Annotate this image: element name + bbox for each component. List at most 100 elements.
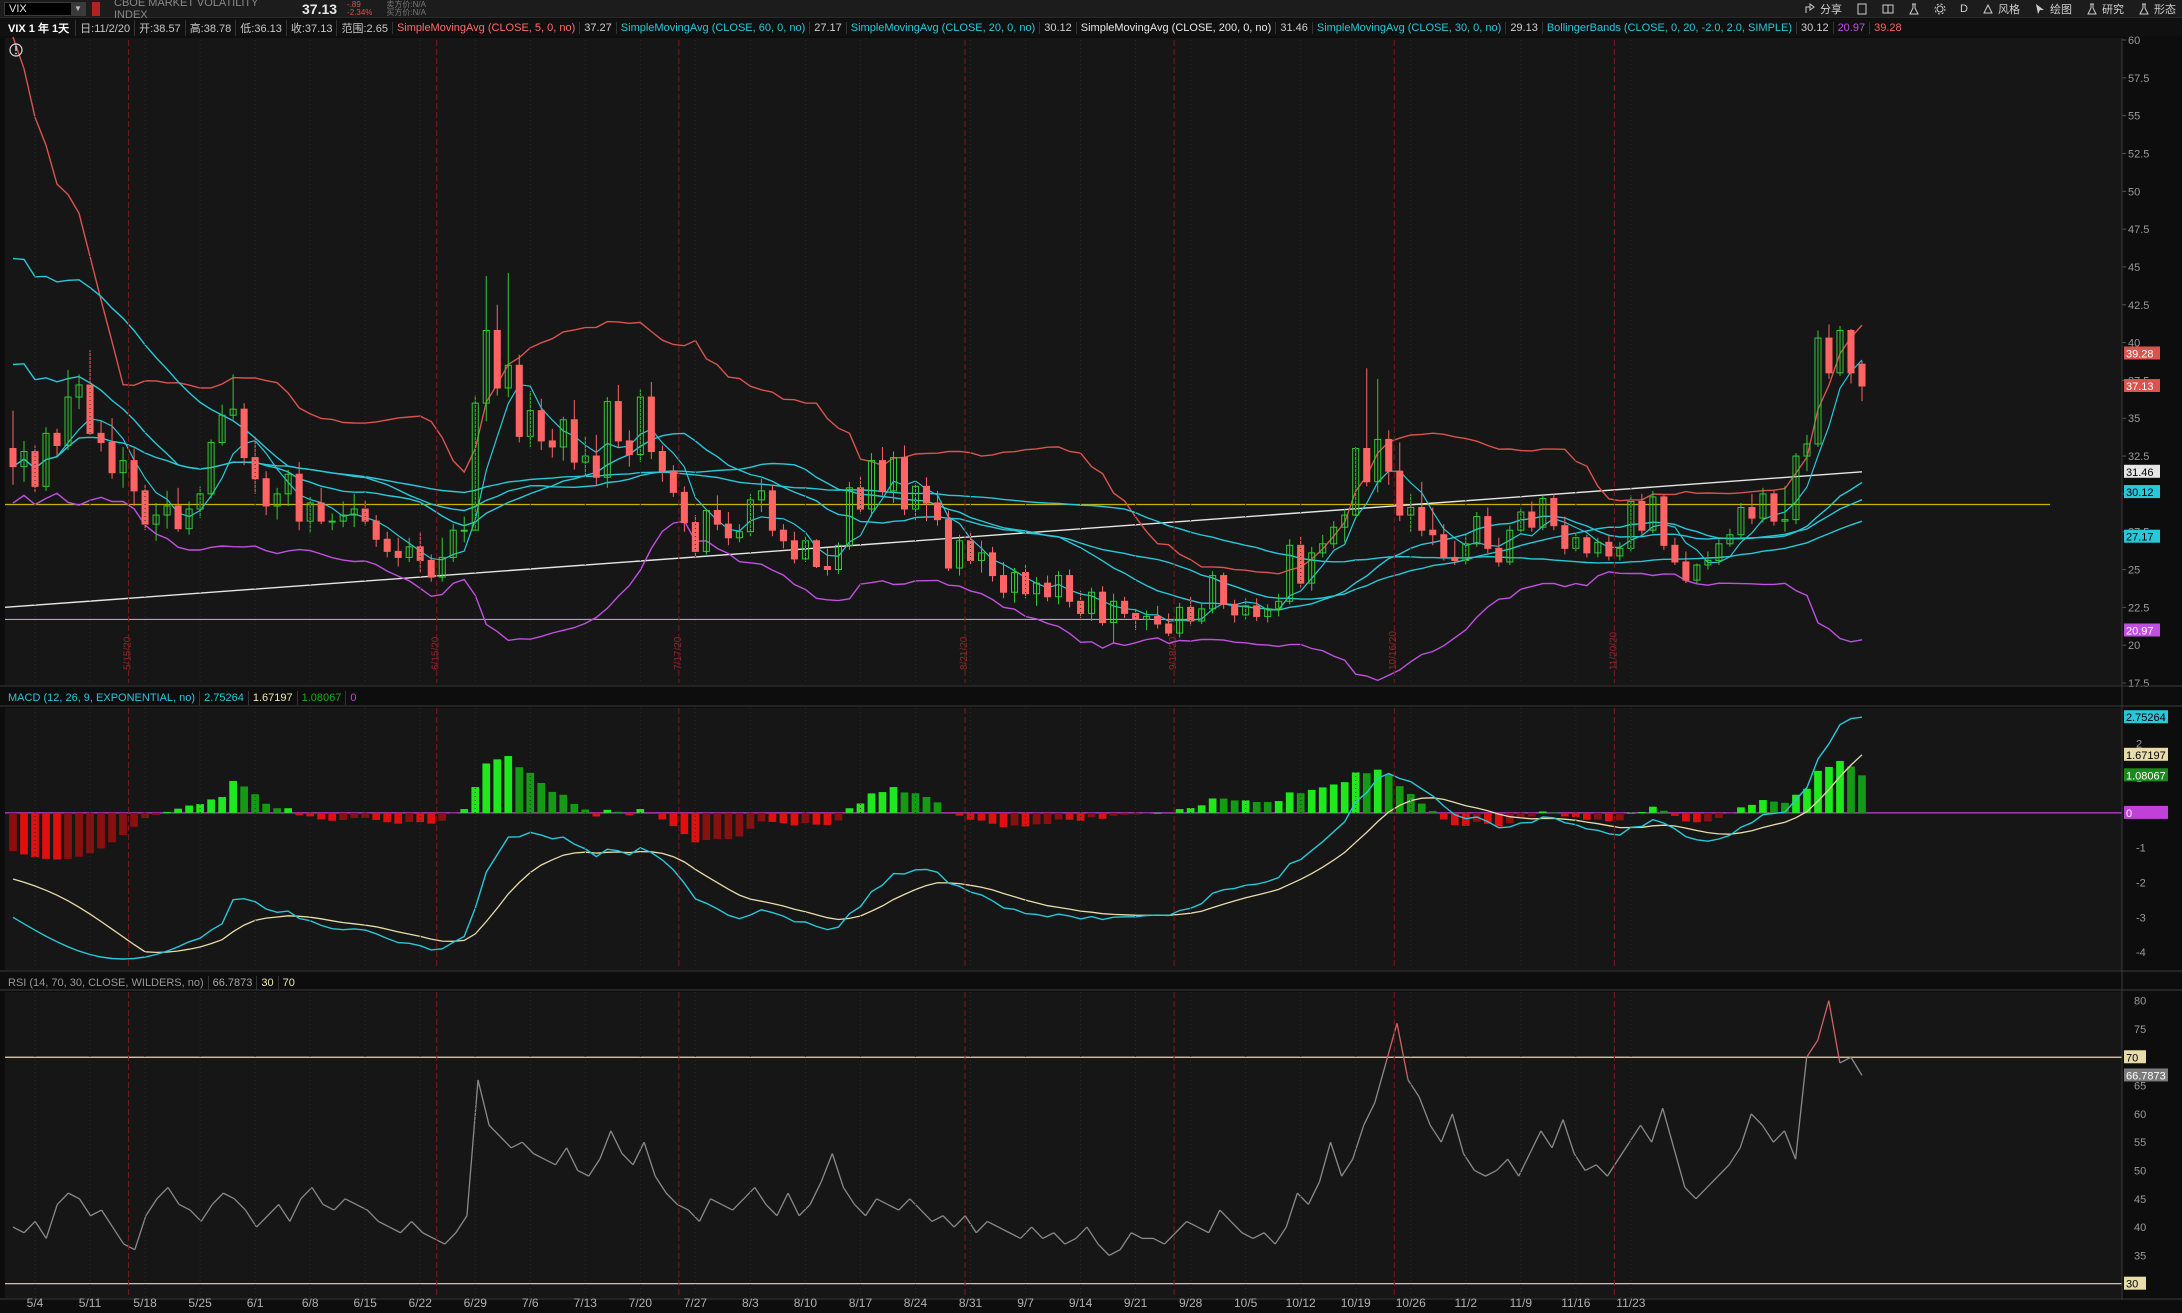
candle-body[interactable] <box>1440 534 1448 558</box>
macd-histogram-bar <box>1704 812 1712 822</box>
candle-body[interactable] <box>779 529 787 542</box>
candle-body[interactable] <box>1748 506 1756 519</box>
candle-body[interactable] <box>141 490 149 525</box>
macd-histogram-bar <box>42 812 50 859</box>
candle-body[interactable] <box>1363 447 1371 483</box>
candle-body[interactable] <box>240 408 248 459</box>
candle-body[interactable] <box>922 485 931 504</box>
candle-body[interactable] <box>1220 575 1228 605</box>
candle-body[interactable] <box>97 432 105 443</box>
y-tick-label: 32.5 <box>2128 451 2149 463</box>
candle-body[interactable] <box>295 473 303 522</box>
candle-body[interactable] <box>383 538 391 552</box>
candle-body[interactable] <box>1451 556 1459 561</box>
candle-body[interactable] <box>1682 561 1690 581</box>
candle-body[interactable] <box>328 520 336 523</box>
candle-body[interactable] <box>1418 506 1426 531</box>
macd-histogram-bar <box>1395 786 1404 813</box>
candle-body[interactable] <box>647 396 655 453</box>
y-tick-label: 55 <box>2134 1137 2146 1149</box>
price-pane[interactable]: 5/15/206/15/207/17/208/21/209/18/2010/16… <box>4 35 2160 690</box>
candle-body[interactable] <box>372 520 380 540</box>
candle-body[interactable] <box>1099 591 1107 623</box>
candle-body[interactable] <box>790 540 798 560</box>
candle-body[interactable] <box>900 457 909 510</box>
candle-body[interactable] <box>1253 605 1261 617</box>
macd-histogram-bar <box>1120 812 1129 815</box>
candle-body[interactable] <box>1605 541 1613 557</box>
candle-body[interactable] <box>989 552 997 577</box>
macd-histogram-bar <box>75 812 83 857</box>
candle-body[interactable] <box>1495 547 1503 563</box>
candle-body[interactable] <box>427 559 435 578</box>
candle-body[interactable] <box>1187 606 1195 622</box>
candle-body[interactable] <box>1660 496 1668 546</box>
candle-body[interactable] <box>515 364 523 437</box>
candle-body[interactable] <box>944 519 953 569</box>
candle-body[interactable] <box>592 455 600 478</box>
candle-body[interactable] <box>1770 493 1778 522</box>
candle-body[interactable] <box>1561 525 1569 549</box>
macd-pane[interactable]: -4-3-2-10122.752641.671971.080670 <box>5 708 2168 970</box>
candle-body[interactable] <box>823 566 831 571</box>
candle-body[interactable] <box>174 505 182 530</box>
candle-body[interactable] <box>1847 329 1855 374</box>
candle-body[interactable] <box>394 550 402 558</box>
candle-body[interactable] <box>1044 582 1052 598</box>
candle-body[interactable] <box>317 502 325 522</box>
candle-body[interactable] <box>548 440 556 448</box>
candle-body[interactable] <box>1429 529 1437 536</box>
rsi-pane[interactable]: 30354045505560657075807066.787330 <box>5 992 2168 1298</box>
candle-body[interactable] <box>856 487 864 510</box>
candle-body[interactable] <box>537 410 545 442</box>
candle-body[interactable] <box>1066 575 1074 602</box>
candle-body[interactable] <box>361 508 369 522</box>
candle-body[interactable] <box>1858 363 1866 387</box>
candle-body[interactable] <box>1583 537 1591 554</box>
candle-body[interactable] <box>460 529 468 532</box>
candle-body[interactable] <box>570 419 578 463</box>
candle-body[interactable] <box>1154 615 1162 625</box>
candle-body[interactable] <box>680 491 688 524</box>
candle-body[interactable] <box>1528 511 1536 528</box>
candle-body[interactable] <box>691 522 699 552</box>
x-tick-label: 6/1 <box>247 1296 264 1310</box>
candle-body[interactable] <box>1396 470 1404 516</box>
candle-body[interactable] <box>1484 516 1492 549</box>
candle-body[interactable] <box>1022 572 1030 595</box>
candle-body[interactable] <box>614 401 622 442</box>
candle-body[interactable] <box>669 470 677 493</box>
candle-body[interactable] <box>625 440 633 456</box>
candle-body[interactable] <box>713 510 721 525</box>
candle-body[interactable] <box>658 451 666 472</box>
candle-body[interactable] <box>1165 623 1173 634</box>
macd-value-label: 1.08067 <box>2126 770 2166 782</box>
candle-body[interactable] <box>812 540 820 568</box>
macd-histogram-bar <box>295 812 304 816</box>
candle-body[interactable] <box>1638 500 1646 531</box>
candle-body[interactable] <box>724 523 732 539</box>
macd-histogram-bar <box>207 799 215 813</box>
candle-body[interactable] <box>933 502 942 521</box>
candle-body[interactable] <box>1550 497 1558 527</box>
candle-body[interactable] <box>262 478 270 507</box>
candle-body[interactable] <box>966 540 975 561</box>
candle-body[interactable] <box>1671 544 1679 563</box>
candle-body[interactable] <box>9 447 17 468</box>
candle-body[interactable] <box>878 460 886 492</box>
candle-body[interactable] <box>1000 575 1008 593</box>
candle-body[interactable] <box>108 441 116 474</box>
candle-body[interactable] <box>1077 600 1085 614</box>
y-tick-label: 45 <box>2134 1194 2146 1206</box>
candle-body[interactable] <box>1121 600 1129 614</box>
candle-body[interactable] <box>53 432 61 446</box>
candle-body[interactable] <box>1385 438 1393 472</box>
candle-body[interactable] <box>130 460 138 492</box>
candle-body[interactable] <box>493 329 501 389</box>
candle-body[interactable] <box>1825 337 1833 374</box>
candle-body[interactable] <box>768 490 776 531</box>
chart-canvas[interactable]: 5/15/206/15/207/17/208/21/209/18/2010/16… <box>0 0 2182 1313</box>
macd-histogram-bar <box>119 812 127 836</box>
candle-body[interactable] <box>1231 603 1239 616</box>
macd-legend: MACD (12, 26, 9, EXPONENTIAL, no) 2.7526… <box>4 690 361 706</box>
